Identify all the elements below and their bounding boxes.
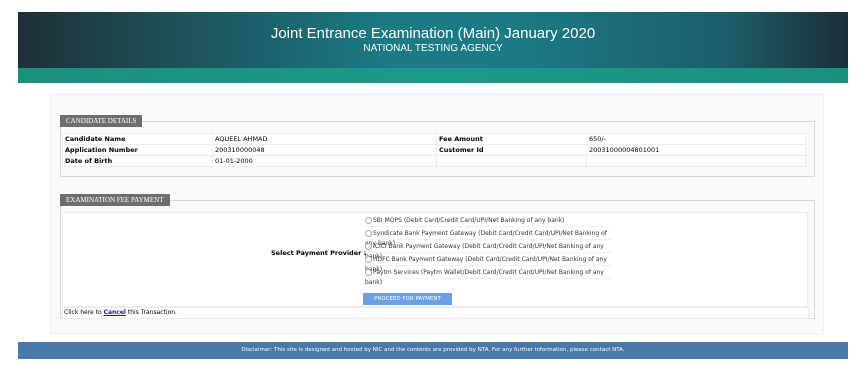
- fee-amount-value: 650/-: [586, 133, 806, 145]
- fee-payment-legend: EXAMINATION FEE PAYMENT: [60, 194, 170, 206]
- header-strip: [18, 68, 848, 83]
- option-syndicate-bank[interactable]: Syndicate Bank Payment Gateway (Debit Ca…: [365, 229, 613, 247]
- empty-value: [586, 155, 806, 167]
- option-sbi-mops[interactable]: SBI MOPS (Debit Card/Credit Card/UPI/Net…: [365, 216, 613, 227]
- fee-amount-label: Fee Amount: [436, 133, 587, 145]
- table-row: Application Number 200310000048 Customer…: [62, 144, 806, 156]
- main-content: CANDIDATE DETAILS Candidate Name AQUEEL …: [50, 94, 824, 334]
- candidate-details-legend: CANDIDATE DETAILS: [60, 115, 143, 127]
- footer-disclaimer: Disclaimer: This site is designed and ho…: [18, 342, 848, 359]
- application-number-label: Application Number: [62, 144, 213, 156]
- cancel-prefix: Click here to: [64, 309, 104, 316]
- cancel-link[interactable]: Cancel: [104, 309, 126, 316]
- payment-provider-label: Select Payment Provider :: [271, 249, 367, 257]
- radio-icici-bank[interactable]: [365, 243, 372, 250]
- table-row: Date of Birth 01-01-2000: [62, 155, 806, 167]
- radio-paytm[interactable]: [365, 269, 372, 276]
- radio-sbi-mops[interactable]: [365, 217, 372, 224]
- cancel-suffix: this Transaction.: [125, 309, 177, 316]
- application-number-value: 200310000048: [212, 144, 437, 156]
- option-icici-bank[interactable]: ICICI Bank Payment Gateway (Debit Card/C…: [365, 242, 613, 260]
- option-hdfc-bank[interactable]: HDFC Bank Payment Gateway (Debit Card/Cr…: [365, 255, 613, 273]
- empty-label: [436, 155, 587, 167]
- customer-id-value: 20031000004801001: [586, 144, 806, 156]
- dob-value: 01-01-2000: [212, 155, 437, 167]
- customer-id-label: Customer Id: [436, 144, 587, 156]
- option-label: SBI MOPS (Debit Card/Credit Card/UPI/Net…: [373, 217, 565, 224]
- table-row: Candidate Name AQUEEL AHMAD Fee Amount 6…: [62, 133, 806, 145]
- option-paytm[interactable]: Paytm Services (Paytm Wallet/Debit Card/…: [365, 268, 613, 286]
- radio-hdfc-bank[interactable]: [365, 256, 372, 263]
- dob-label: Date of Birth: [62, 155, 213, 167]
- proceed-payment-button[interactable]: PROCEED FOR PAYMENT: [363, 293, 452, 305]
- agency-name: NATIONAL TESTING AGENCY: [363, 43, 503, 54]
- page-header: Joint Entrance Examination (Main) Januar…: [18, 12, 848, 68]
- candidate-name-label: Candidate Name: [62, 133, 213, 145]
- page-title: Joint Entrance Examination (Main) Januar…: [270, 25, 596, 42]
- candidate-details-table: Candidate Name AQUEEL AHMAD Fee Amount 6…: [62, 133, 806, 167]
- cancel-transaction-row: Click here to Cancel this Transaction.: [62, 307, 809, 319]
- candidate-name-value: AQUEEL AHMAD: [212, 133, 437, 145]
- radio-syndicate-bank[interactable]: [365, 230, 372, 237]
